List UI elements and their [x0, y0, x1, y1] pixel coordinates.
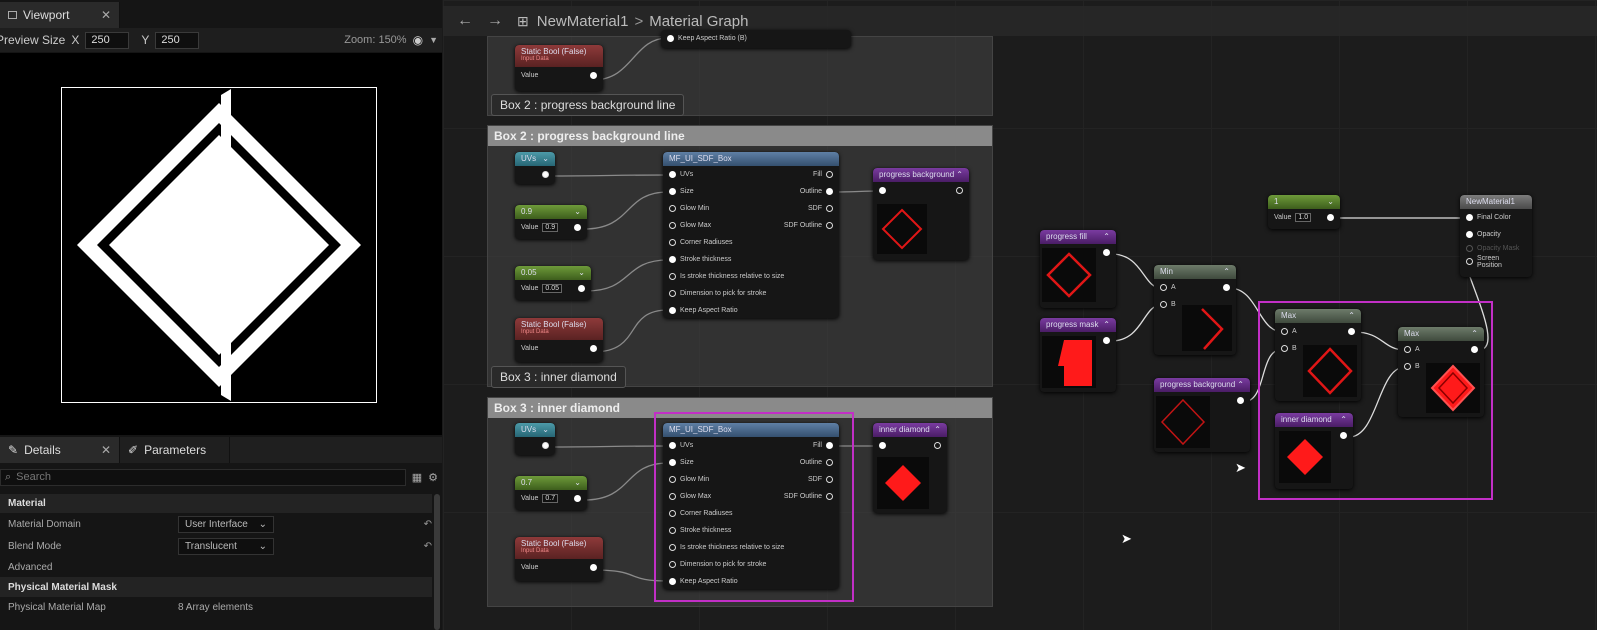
comment-footer-box-2: Box 3 : inner diamond [491, 366, 626, 388]
material-result-node[interactable]: NewMaterial1 Final Color Opacity Opacity… [1460, 195, 1532, 277]
chevron-down-icon[interactable]: ▼ [429, 35, 438, 45]
material-graph[interactable]: ← → ⊞ NewMaterial1 > Material Graph Box … [443, 0, 1597, 630]
sdf-node-top-partial[interactable]: Keep Aspect Ratio (B) [661, 30, 851, 48]
preview-diamond [77, 89, 361, 401]
details-tab-label: Details [24, 443, 61, 457]
progress-background-node-1[interactable]: progress background ⌃ [873, 168, 969, 260]
constant-node-0-9[interactable]: 0.9 ⌄ Value 0.9 [515, 205, 587, 239]
section-physical-material-mask[interactable]: Physical Material Mask [0, 577, 432, 597]
pmm-value: 8 Array elements [178, 601, 254, 613]
preview-thumbnail [1042, 336, 1096, 388]
viewport-tab-label: Viewport [23, 8, 70, 22]
details-scrollbar[interactable] [434, 494, 440, 630]
preview-y-field[interactable]: 250 [155, 31, 200, 49]
inner-diamond-node-2[interactable]: inner diamond ⌃ [1275, 413, 1353, 489]
material-domain-dropdown[interactable]: User Interface ⌄ [178, 515, 274, 533]
row-blend-mode: Blend Mode Translucent ⌄ ↶ [0, 535, 432, 557]
row-physical-material-map: Physical Material Map 8 Array elements [0, 597, 432, 617]
reset-icon[interactable]: ↶ [424, 519, 432, 530]
pmm-label: Physical Material Map [8, 601, 106, 613]
reset-icon[interactable]: ↶ [424, 541, 432, 552]
min-node[interactable]: Min ⌃ A B [1154, 265, 1236, 355]
close-icon[interactable]: ✕ [101, 8, 111, 22]
comment-footer-top: Box 2 : progress background line [491, 94, 685, 116]
chevron-down-icon: ⌄ [258, 518, 267, 530]
preview-thumbnail [877, 204, 927, 254]
left-panel: Viewport ✕ Preview Size X 250 Y 250 Zoom… [0, 0, 442, 630]
table-view-icon[interactable]: ▦ [412, 471, 422, 484]
details-tabbar: ✎ Details ✕ ✐ Parameters [0, 437, 442, 463]
constant-node-0-05[interactable]: 0.05 ⌄ Value 0.05 [515, 266, 591, 300]
row-material-domain: Material Domain User Interface ⌄ ↶ [0, 513, 432, 535]
details-list: Material Material Domain User Interface ⌄… [0, 494, 432, 630]
sdf-box-node-2[interactable]: MF_UI_SDF_Box UVs Fill Size Outline Glow M… [663, 423, 839, 589]
material-domain-label: Material Domain [8, 518, 81, 530]
row-advanced[interactable]: Advanced [0, 557, 432, 577]
preview-thumbnail [877, 457, 929, 509]
mouse-cursor-icon: ➤ [1235, 460, 1246, 475]
progress-background-node-2[interactable]: progress background ⌃ [1154, 378, 1250, 452]
max-node-2[interactable]: Max ⌃ A B [1398, 327, 1484, 417]
y-label: Y [141, 33, 150, 47]
progress-mask-node[interactable]: progress mask ⌃ [1040, 318, 1116, 392]
mouse-cursor-icon: ➤ [1121, 531, 1132, 546]
section-material[interactable]: Material [0, 494, 432, 513]
pencil-icon: ✎ [8, 443, 19, 457]
preview-thumbnail [1303, 345, 1357, 397]
blend-mode-dropdown[interactable]: Translucent ⌄ [178, 537, 274, 555]
static-bool-node-2[interactable]: Static Bool (False) Input Data Value [515, 318, 603, 362]
sdf-box-node-1[interactable]: MF_UI_SDF_Box UVs Fill Size Outline Glow M… [663, 152, 839, 318]
chevron-down-icon: ⌄ [258, 540, 267, 552]
constant-node-0-7[interactable]: 0.7 ⌄ Value 0.7 [515, 476, 587, 510]
parameters-tab-label: Parameters [144, 443, 207, 457]
search-input[interactable] [16, 471, 401, 483]
inner-diamond-node-1[interactable]: inner diamond ⌃ [873, 423, 947, 513]
preview-thumbnail [1156, 396, 1210, 448]
close-icon[interactable]: ✕ [101, 443, 111, 457]
tab-parameters[interactable]: ✐ Parameters [120, 437, 230, 463]
search-row: ⌕ ▦ ⚙ [0, 466, 442, 488]
preview-thumbnail [1042, 248, 1096, 302]
x-label: X [71, 33, 80, 47]
preview-thumbnail [1426, 363, 1480, 413]
uvs-node-2[interactable]: UVs ⌄ [515, 423, 555, 455]
gear-icon[interactable]: ⚙ [428, 471, 438, 484]
static-bool-node-3[interactable]: Static Bool (False) Input Data Value [515, 537, 603, 581]
preview-toolbar: Preview Size X 250 Y 250 Zoom: 150% ◉ ▼ [0, 28, 442, 52]
tab-details[interactable]: ✎ Details ✕ [0, 437, 120, 463]
tab-viewport[interactable]: Viewport ✕ [0, 2, 120, 28]
preview-thumbnail [1279, 431, 1331, 483]
preview-size-label: Preview Size [0, 33, 66, 47]
progress-fill-node[interactable]: progress fill ⌃ [1040, 230, 1116, 308]
viewport-icon [8, 11, 17, 19]
search-icon: ⌕ [5, 470, 12, 483]
preview-thumbnail [1182, 305, 1232, 351]
max-node-1[interactable]: Max ⌃ A B [1275, 309, 1361, 401]
zoom-readout: Zoom: 150% [344, 34, 407, 46]
preview-x-field[interactable]: 250 [85, 31, 130, 49]
viewport-canvas[interactable] [0, 53, 442, 435]
static-bool-node-top[interactable]: Static Bool (False) Input Data Value [515, 45, 603, 91]
uvs-node-1[interactable]: UVs ⌄ [515, 152, 555, 184]
blend-mode-label: Blend Mode [8, 540, 62, 552]
comment-title-box-2: Box 2 : progress background line [488, 126, 992, 146]
brush-icon: ✐ [128, 443, 139, 457]
eye-icon[interactable]: ◉ [413, 33, 423, 47]
constant-node-1[interactable]: 1 ⌄ Value 1.0 [1268, 195, 1340, 229]
material-editor: Viewport ✕ Preview Size X 250 Y 250 Zoom… [0, 0, 1597, 630]
